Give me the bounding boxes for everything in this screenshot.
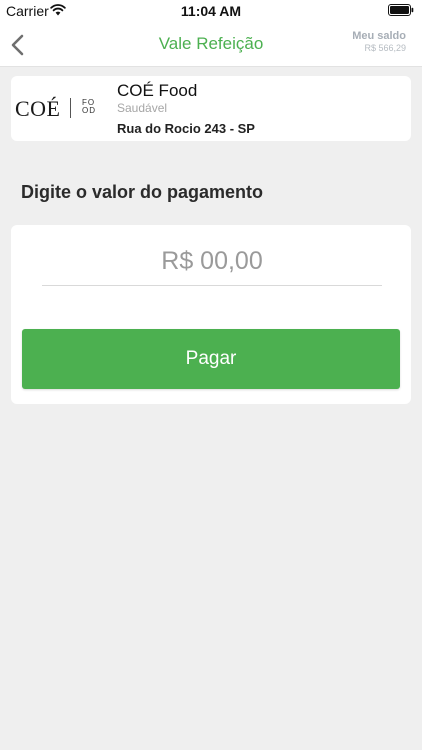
merchant-card[interactable]: COÉ FOOD COÉ Food Saudável Rua do Rocio …	[11, 76, 411, 141]
logo-text: COÉ	[15, 96, 61, 121]
balance-label: Meu saldo	[352, 30, 406, 42]
merchant-name: COÉ Food	[117, 81, 198, 100]
navigation-bar: Vale Refeição Meu saldo R$ 566,29	[0, 22, 422, 67]
payment-card: Pagar	[11, 225, 411, 404]
payment-heading: Digite o valor do pagamento	[21, 182, 264, 202]
merchant-address: Rua do Rocio 243 - SP	[117, 121, 255, 136]
logo-subtext: FOOD	[82, 98, 96, 115]
payment-amount-input[interactable]	[42, 237, 382, 286]
balance-value: R$ 566,29	[364, 43, 406, 53]
status-bar: Carrier 11:04 AM	[0, 0, 422, 22]
status-time: 11:04 AM	[180, 3, 242, 19]
battery-icon	[388, 4, 414, 16]
logo-divider	[70, 98, 71, 118]
balance-display[interactable]: Meu saldo R$ 566,29	[352, 30, 406, 53]
merchant-logo: COÉ FOOD	[14, 90, 104, 126]
merchant-category: Saudável	[117, 101, 168, 115]
pay-button[interactable]: Pagar	[22, 329, 400, 389]
